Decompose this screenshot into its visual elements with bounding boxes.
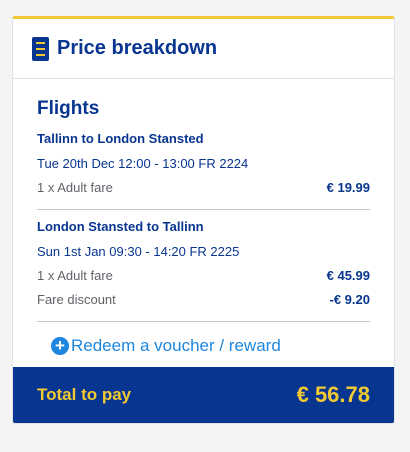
flight-datetime: Sun 1st Jan 09:30 - 14:20 FR 2225: [37, 244, 240, 259]
card-header: Price breakdown: [13, 19, 394, 79]
fare-label: 1 x Adult fare: [37, 180, 113, 195]
plus-circle-icon: +: [51, 337, 69, 355]
card-body: Flights Tallinn to London Stansted Tue 2…: [13, 79, 394, 356]
divider: [37, 209, 370, 210]
flight-leg-outbound: Tallinn to London Stansted Tue 20th Dec …: [37, 130, 370, 197]
redeem-voucher-link[interactable]: + Redeem a voucher / reward: [37, 336, 370, 356]
flight-datetime: Tue 20th Dec 12:00 - 13:00 FR 2224: [37, 156, 249, 171]
fare-label: 1 x Adult fare: [37, 268, 113, 283]
price-breakdown-card: Price breakdown Flights Tallinn to Londo…: [12, 16, 395, 424]
fare-row: 1 x Adult fare € 45.99: [37, 267, 370, 285]
total-bar: Total to pay € 56.78: [13, 367, 394, 423]
fare-price: € 19.99: [326, 180, 370, 195]
flight-route: London Stansted to Tallinn: [37, 219, 204, 234]
fare-label: Fare discount: [37, 292, 116, 307]
divider: [37, 321, 370, 322]
flight-leg-return: London Stansted to Tallinn Sun 1st Jan 0…: [37, 218, 370, 309]
total-amount: € 56.78: [296, 382, 370, 407]
flights-section-title: Flights: [37, 98, 100, 119]
fare-price: -€ 9.20: [329, 292, 370, 307]
fare-price: € 45.99: [326, 268, 370, 283]
receipt-icon: [32, 36, 49, 61]
fare-row: 1 x Adult fare € 19.99: [37, 179, 370, 197]
total-label: Total to pay: [37, 385, 132, 404]
fare-discount-row: Fare discount -€ 9.20: [37, 291, 370, 309]
page-title: Price breakdown: [57, 37, 218, 59]
redeem-voucher-label: Redeem a voucher / reward: [71, 336, 281, 355]
flight-route: Tallinn to London Stansted: [37, 131, 204, 146]
